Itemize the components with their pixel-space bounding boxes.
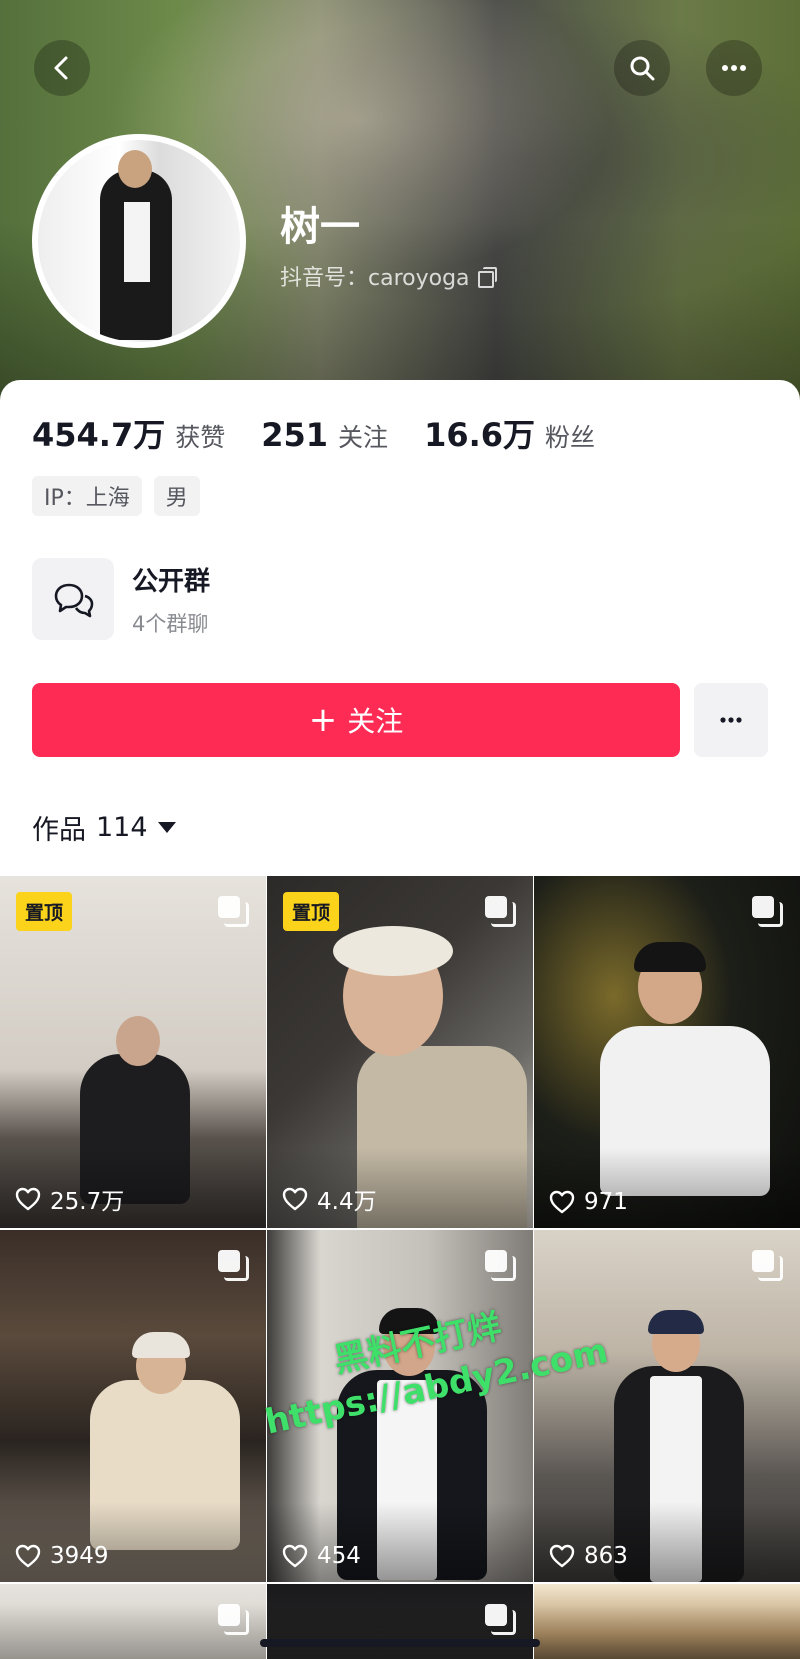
stat-likes-value: 454.7万 xyxy=(32,416,166,454)
video-likes-count: 4.4万 xyxy=(317,1189,377,1215)
more-icon xyxy=(720,717,742,723)
works-label: 作品 xyxy=(32,815,86,846)
video-thumbnail[interactable]: 置顶 4.4万 xyxy=(267,876,533,1228)
multi-image-icon xyxy=(485,1250,516,1281)
video-thumbnail[interactable]: 3949 xyxy=(0,1230,266,1582)
video-likes-count: 863 xyxy=(584,1543,628,1569)
douyin-id-text: 抖音号：caroyoga xyxy=(280,266,470,291)
video-likes-count: 971 xyxy=(584,1189,628,1215)
stat-following-label: 关注 xyxy=(338,423,389,452)
multi-image-icon xyxy=(752,896,783,927)
video-thumbnail[interactable]: 863 xyxy=(534,1230,800,1582)
video-likes-count: 454 xyxy=(317,1543,361,1569)
stat-following-value: 251 xyxy=(261,416,329,454)
ip-tag: IP：上海 xyxy=(32,476,142,516)
multi-image-icon xyxy=(218,1604,249,1635)
home-indicator xyxy=(260,1639,540,1647)
caret-down-icon xyxy=(157,822,176,833)
multi-image-icon xyxy=(485,1604,516,1635)
stat-following[interactable]: 251 关注 xyxy=(261,416,388,454)
video-thumbnail[interactable] xyxy=(267,1584,533,1659)
tab-works[interactable]: 作品 114 xyxy=(32,808,176,847)
heart-icon xyxy=(282,1187,308,1211)
stat-followers-value: 16.6万 xyxy=(424,416,536,454)
stat-followers-label: 粉丝 xyxy=(545,423,596,452)
works-count: 114 xyxy=(96,812,148,843)
video-likes: 4.4万 xyxy=(281,1182,377,1216)
stat-followers[interactable]: 16.6万 粉丝 xyxy=(424,410,595,456)
group-chat-icon xyxy=(32,558,114,640)
video-thumbnail[interactable]: 971 xyxy=(534,876,800,1228)
multi-image-icon xyxy=(752,1250,783,1281)
video-likes-count: 25.7万 xyxy=(50,1189,125,1215)
video-thumbnail[interactable] xyxy=(0,1584,266,1659)
back-button[interactable] xyxy=(34,40,90,96)
search-icon xyxy=(630,56,655,81)
video-likes: 971 xyxy=(548,1188,628,1216)
stat-likes-label: 获赞 xyxy=(175,423,226,452)
douyin-id[interactable]: 抖音号：caroyoga xyxy=(280,260,497,292)
back-icon xyxy=(54,56,68,80)
multi-image-icon xyxy=(218,896,249,927)
follow-button[interactable]: + 关注 xyxy=(32,683,680,757)
video-thumbnail[interactable] xyxy=(534,1584,800,1659)
profile-tags: IP：上海 男 xyxy=(32,476,200,516)
gender-tag: 男 xyxy=(153,476,200,516)
multi-image-icon xyxy=(485,896,516,927)
search-button[interactable] xyxy=(614,40,670,96)
video-likes: 863 xyxy=(548,1542,628,1570)
video-grid: 置顶 25.7万 置顶 4.4万 971 3949 454 863 xyxy=(0,876,800,1659)
heart-icon xyxy=(15,1187,41,1211)
more-icon xyxy=(722,65,746,71)
group-title: 公开群 xyxy=(132,566,211,597)
copy-icon[interactable] xyxy=(477,267,497,288)
group-subtitle: 4个群聊 xyxy=(132,611,209,636)
multi-image-icon xyxy=(218,1250,249,1281)
pinned-badge: 置顶 xyxy=(283,892,340,931)
heart-icon xyxy=(549,1544,575,1568)
profile-name: 树一 xyxy=(280,204,360,250)
pinned-badge: 置顶 xyxy=(16,892,73,931)
plus-icon: + xyxy=(308,700,338,740)
heart-icon xyxy=(282,1544,308,1568)
stats-row: 454.7万 获赞 251 关注 16.6万 粉丝 xyxy=(32,410,631,456)
video-likes-count: 3949 xyxy=(50,1543,109,1569)
public-group-entry[interactable]: 公开群 4个群聊 xyxy=(32,558,210,640)
more-actions-button[interactable] xyxy=(694,683,768,757)
video-likes: 3949 xyxy=(14,1542,109,1570)
video-likes: 454 xyxy=(281,1542,361,1570)
video-likes: 25.7万 xyxy=(14,1182,124,1216)
stat-likes[interactable]: 454.7万 获赞 xyxy=(32,410,225,456)
heart-icon xyxy=(15,1544,41,1568)
avatar[interactable] xyxy=(32,134,246,348)
header-more-button[interactable] xyxy=(706,40,762,96)
heart-icon xyxy=(549,1190,575,1214)
follow-label: 关注 xyxy=(347,705,404,738)
video-thumbnail[interactable]: 置顶 25.7万 xyxy=(0,876,266,1228)
